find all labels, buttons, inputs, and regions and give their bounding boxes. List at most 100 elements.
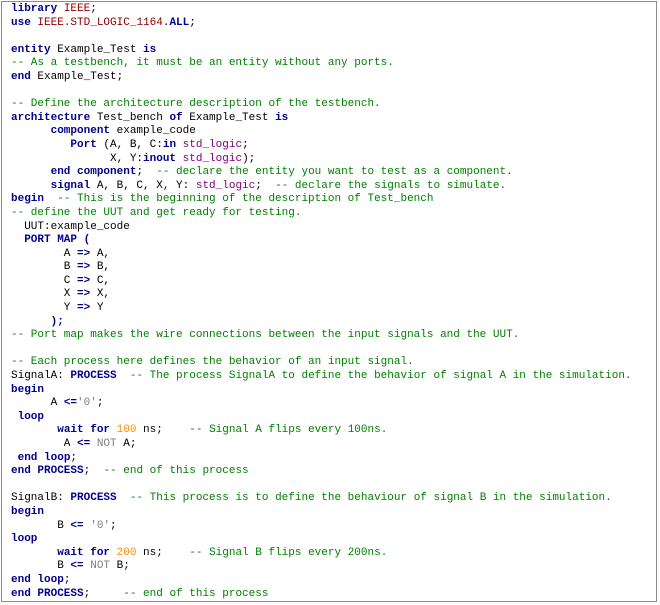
code-line: ​ xyxy=(11,30,632,44)
comment-token: -- end of this process xyxy=(103,465,249,478)
keyword-token: => xyxy=(77,274,91,287)
code-line: -- Define the architecture description o… xyxy=(11,98,632,112)
code-line: -- Port map makes the wire connections b… xyxy=(11,329,632,343)
code-text: ; xyxy=(83,465,104,478)
keyword-token: in xyxy=(162,138,177,151)
code-text: ; xyxy=(136,166,157,179)
comment-token: -- end of this process xyxy=(123,587,269,600)
keyword-token: => xyxy=(77,261,91,274)
keyword-token: end PROCESS xyxy=(11,465,84,478)
code-line: -- Each process here defines the behavio… xyxy=(11,356,632,370)
keyword-token: entity xyxy=(11,43,51,56)
code-text: A; xyxy=(116,438,137,450)
keyword-token: architecture xyxy=(11,111,91,124)
code-line: loop xyxy=(11,411,632,425)
keyword-token: <= xyxy=(70,519,84,532)
code-line: ​ xyxy=(11,479,632,493)
keyword-token: is xyxy=(275,111,289,124)
code-text: ; xyxy=(189,16,196,29)
code-line: C => C, xyxy=(11,275,632,289)
comment-token: -- The process SignalA to define the beh… xyxy=(129,370,632,383)
code-text: ; xyxy=(70,451,78,464)
code-line: loop xyxy=(11,533,632,547)
code-text: Y xyxy=(90,302,104,315)
code-text: B xyxy=(11,519,71,532)
code-line: SignalB: PROCESS -- This process is to d… xyxy=(11,492,632,506)
library-token: IEEE xyxy=(63,3,91,15)
code-text: B, xyxy=(90,261,111,274)
keyword-token: end xyxy=(11,70,31,83)
keyword-token: PORT MAP xyxy=(24,234,78,247)
keyword-token: <= xyxy=(70,560,84,573)
string-token: NOT xyxy=(90,560,111,573)
comment-token: -- Define the architecture description o… xyxy=(11,98,381,111)
code-text: A, B, C: xyxy=(110,138,163,151)
code-text: example_code xyxy=(110,125,196,138)
code-text: C xyxy=(11,274,78,287)
code-text: Example_Test xyxy=(182,111,276,124)
code-text: A xyxy=(11,438,78,450)
code-line: begin -- This is the beginning of the de… xyxy=(11,193,632,207)
code-text: A, B, C, X, Y: xyxy=(90,179,196,192)
code-line: B <= NOT B; xyxy=(11,560,632,574)
keyword-token: begin xyxy=(11,383,45,396)
keyword-token: => xyxy=(77,288,91,301)
code-line: ); xyxy=(11,316,632,330)
keyword-token: of xyxy=(169,111,183,124)
keyword-token: wait for xyxy=(57,424,111,437)
code-text: Test_bench xyxy=(90,111,170,124)
code-text: UUT:example_code xyxy=(11,220,130,233)
keyword-token: Port xyxy=(70,138,97,151)
code-line: end component; -- declare the entity you… xyxy=(11,166,632,180)
keyword-token: is xyxy=(143,43,157,56)
string-token: NOT xyxy=(96,438,117,450)
keyword-token: end loop xyxy=(17,451,71,464)
code-text: ; xyxy=(242,138,249,151)
code-line: Y => Y xyxy=(11,302,632,316)
code-line: UUT:example_code xyxy=(11,221,632,235)
code-text: ; xyxy=(90,3,97,15)
code-text: A xyxy=(11,247,78,260)
code-line: Port (A, B, C:in std_logic; xyxy=(11,139,632,153)
library-token: IEEE.STD_LOGIC_1164 xyxy=(37,16,163,29)
string-token: '0' xyxy=(77,397,97,410)
code-line: architecture Test_bench of Example_Test … xyxy=(11,112,632,126)
keyword-token: => xyxy=(77,302,91,315)
code-text: ns; xyxy=(136,424,190,437)
code-line: end PROCESS; -- end of this process xyxy=(11,587,632,601)
code-line: begin xyxy=(11,384,632,398)
code-line: wait for 200 ns; -- Signal B flips every… xyxy=(11,547,632,561)
keyword-token: signal xyxy=(50,179,91,192)
keyword-token: begin xyxy=(11,193,45,206)
code-line: begin xyxy=(11,506,632,520)
number-token: 100 xyxy=(116,424,137,437)
code-text: X, Y: xyxy=(11,152,144,165)
code-line: B <= '0'; xyxy=(11,520,632,534)
code-text: A, xyxy=(90,247,111,260)
code-text: SignalB: xyxy=(11,492,71,505)
code-line: use IEEE.STD_LOGIC_1164.ALL; xyxy=(11,17,632,31)
comment-token: -- declare the entity you want to test a… xyxy=(156,166,513,179)
code-text: B xyxy=(11,261,78,274)
keyword-token: library xyxy=(11,3,58,15)
code-line: entity Example_Test is xyxy=(11,44,632,58)
code-text: ns; xyxy=(136,546,190,559)
keyword-token: inout xyxy=(143,152,177,165)
keyword-token: wait for xyxy=(57,546,111,559)
code-text: B xyxy=(11,560,71,573)
code-text: ; xyxy=(83,587,124,600)
code-text: ; xyxy=(63,573,71,586)
comment-token: -- define the UUT and get ready for test… xyxy=(11,206,302,219)
keyword-token: PROCESS xyxy=(70,370,117,383)
code-text: ( xyxy=(96,138,111,151)
code-line: end Example_Test; xyxy=(11,71,632,85)
